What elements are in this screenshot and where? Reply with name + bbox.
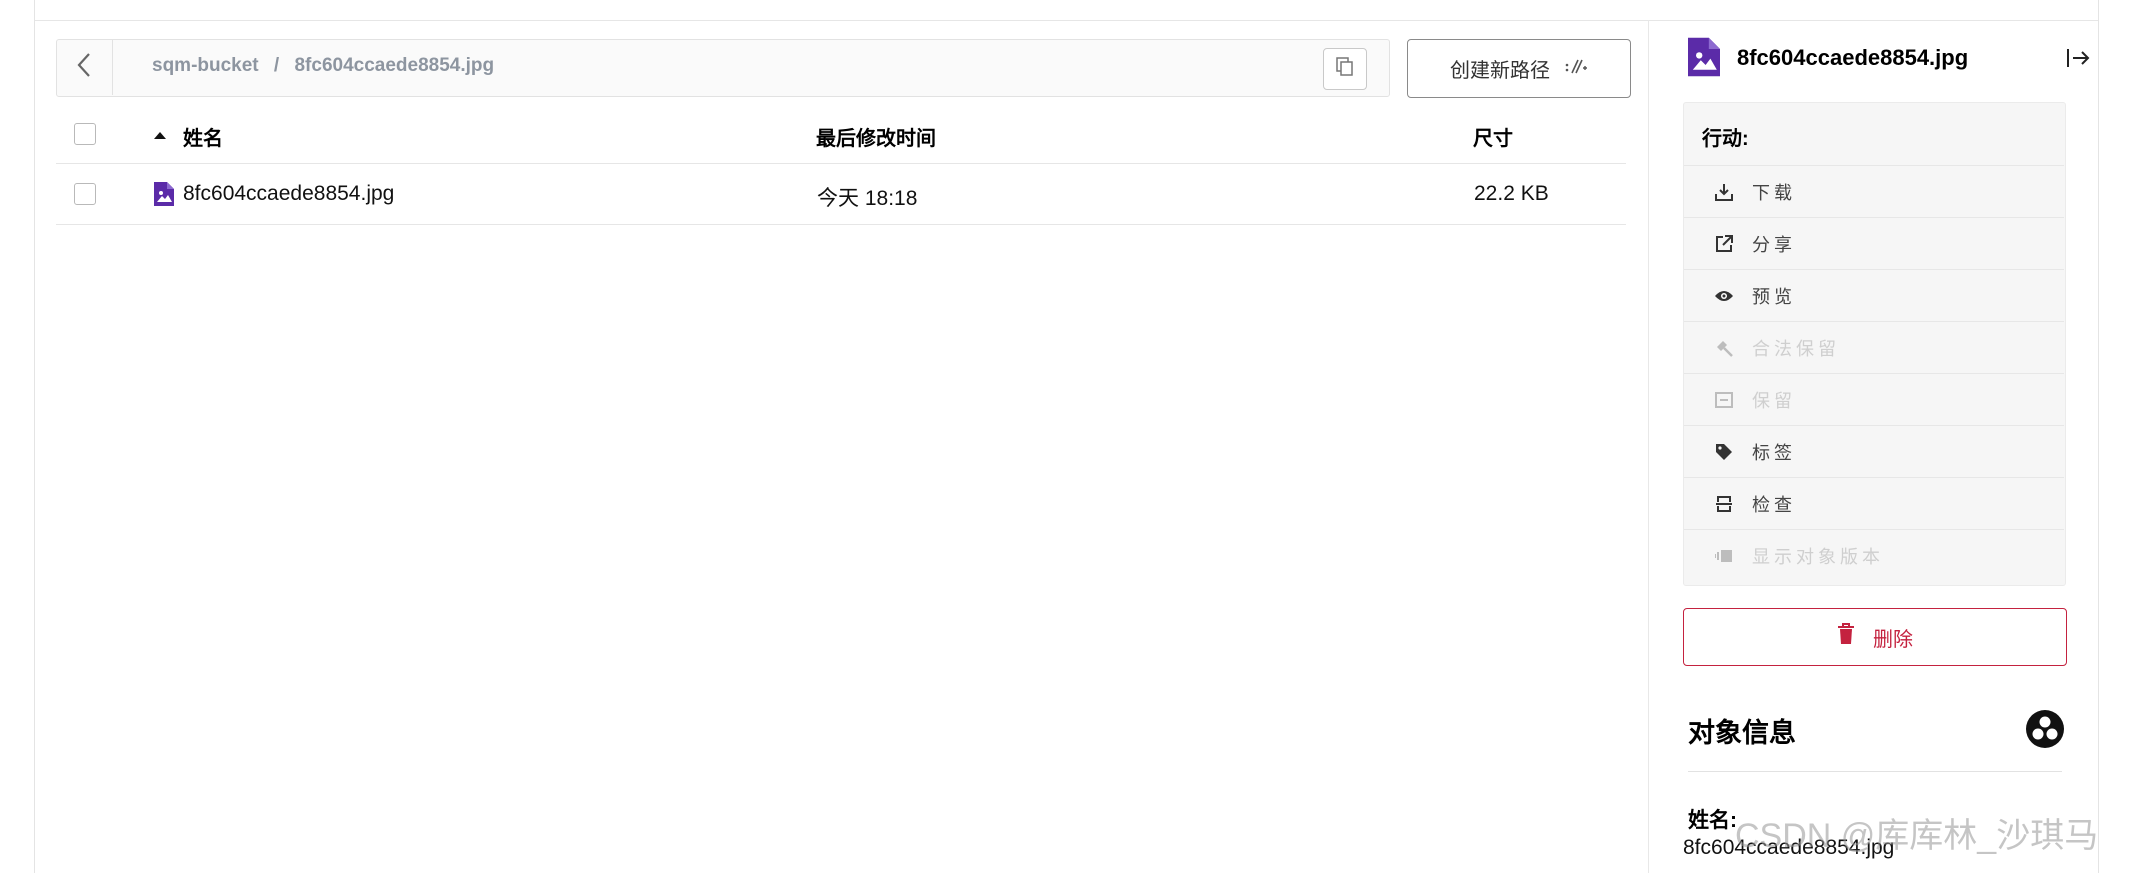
action-tags[interactable]: 标签	[1684, 425, 2064, 477]
inspect-icon	[1712, 492, 1736, 516]
action-download[interactable]: 下载	[1684, 165, 2064, 217]
action-label: 预览	[1752, 286, 1796, 308]
new-path-icon	[1564, 57, 1588, 81]
breadcrumb-bucket[interactable]: sqm-bucket	[152, 55, 259, 76]
watermark: CSDN @库库林_沙琪马	[1735, 817, 2099, 855]
action-label: 保留	[1752, 390, 1796, 412]
object-info-divider	[1688, 771, 2062, 772]
actions-heading: 行动:	[1702, 128, 1749, 150]
breadcrumb-object: 8fc604ccaede8854.jpg	[294, 55, 495, 76]
action-retention: 保留	[1684, 373, 2064, 425]
download-icon	[1712, 180, 1736, 204]
row-checkbox[interactable]	[74, 183, 96, 205]
image-file-icon	[154, 182, 174, 211]
action-label: 标签	[1752, 442, 1796, 464]
column-header-name[interactable]: 姓名	[183, 122, 223, 151]
delete-button[interactable]: 删除	[1683, 608, 2067, 666]
action-label: 合法保留	[1752, 338, 1840, 360]
gavel-icon	[1712, 336, 1736, 360]
action-label: 检查	[1752, 494, 1796, 516]
object-info-icon[interactable]	[2026, 710, 2064, 753]
table-header: 姓名 最后修改时间 尺寸	[56, 107, 1626, 164]
column-header-modified[interactable]: 最后修改时间	[816, 122, 936, 151]
retention-icon	[1712, 388, 1736, 412]
action-show-versions: 显示对象版本	[1684, 529, 2064, 581]
action-inspect[interactable]: 检查	[1684, 477, 2064, 529]
create-new-path-button[interactable]: 创建新路径	[1407, 39, 1631, 98]
action-label: 下载	[1752, 182, 1796, 204]
table-row[interactable]: 8fc604ccaede8854.jpg 今天 18:18 22.2 KB	[56, 164, 1626, 225]
panel-image-file-icon	[1688, 37, 1720, 82]
page-border-right	[2098, 0, 2099, 873]
copy-path-button[interactable]	[1323, 48, 1367, 90]
create-new-path-label: 创建新路径	[1450, 60, 1550, 82]
action-label: 显示对象版本	[1752, 546, 1884, 568]
share-icon	[1712, 232, 1736, 256]
copy-icon	[1336, 56, 1354, 82]
back-button[interactable]	[56, 39, 113, 95]
breadcrumb-separator: /	[273, 55, 280, 76]
file-name[interactable]: 8fc604ccaede8854.jpg	[183, 182, 394, 206]
panel-divider	[1648, 20, 1649, 873]
delete-label: 删除	[1873, 628, 1913, 651]
file-modified: 今天 18:18	[817, 187, 918, 210]
column-header-size[interactable]: 尺寸	[1473, 122, 1513, 151]
action-label: 分享	[1752, 234, 1796, 256]
versions-icon	[1712, 544, 1736, 568]
file-size: 22.2 KB	[1474, 182, 1549, 205]
object-info-title: 对象信息	[1688, 718, 1796, 748]
action-preview[interactable]: 预览	[1684, 269, 2064, 321]
trash-icon	[1837, 623, 1855, 651]
panel-title: 8fc604ccaede8854.jpg	[1737, 45, 1969, 70]
chevron-left-icon	[76, 52, 92, 83]
page-border-left	[34, 0, 35, 873]
action-legal-hold: 合法保留	[1684, 321, 2064, 373]
top-header-strip	[34, 0, 2099, 21]
action-share[interactable]: 分享	[1684, 217, 2064, 269]
breadcrumb: sqm-bucket / 8fc604ccaede8854.jpg	[152, 55, 494, 77]
eye-icon	[1712, 284, 1736, 308]
sort-ascending-icon[interactable]	[153, 127, 167, 145]
object-info-name-label: 姓名:	[1688, 809, 1737, 832]
select-all-checkbox[interactable]	[74, 123, 96, 145]
collapse-panel-icon[interactable]	[2066, 47, 2092, 74]
tag-icon	[1712, 440, 1736, 464]
